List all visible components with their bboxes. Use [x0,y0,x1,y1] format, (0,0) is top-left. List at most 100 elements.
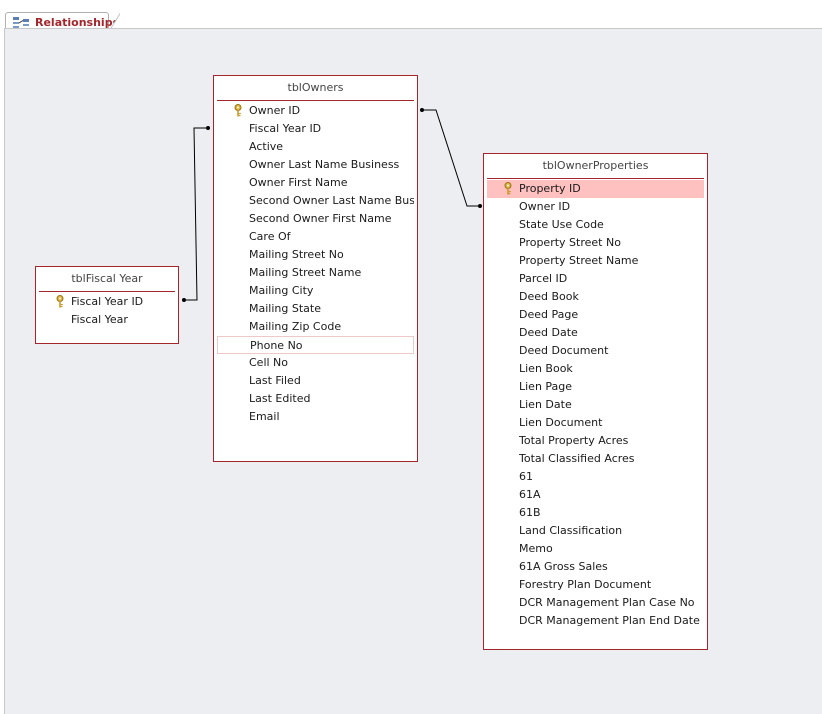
field-label: Owner ID [519,200,571,213]
table-tblownerproperties[interactable]: tblOwnerProperties Property ID Owner ID St… [483,153,708,650]
field-fiscal-year[interactable]: Fiscal Year [39,311,175,329]
field-label: Deed Book [519,290,579,303]
field-property-id[interactable]: Property ID [487,180,704,198]
field-last-edited[interactable]: Last Edited [217,390,414,408]
field-61[interactable]: 61 [487,468,704,486]
title-divider [487,178,704,179]
field-lien-date[interactable]: Lien Date [487,396,704,414]
field-forestry-plan-document[interactable]: Forestry Plan Document [487,576,704,594]
field-dcr-management-plan-end-date[interactable]: DCR Management Plan End Date [487,612,704,630]
field-label: Owner First Name [249,176,348,189]
field-label: Land Classification [519,524,623,537]
field-label: Memo [519,542,553,555]
table-tblowners[interactable]: tblOwners Owner ID Fiscal Year ID Active Ow… [213,75,418,462]
field-label: Parcel ID [519,272,568,285]
field-mailing-state[interactable]: Mailing State [217,300,414,318]
field-lien-book[interactable]: Lien Book [487,360,704,378]
field-mailing-city[interactable]: Mailing City [217,282,414,300]
field-property-street-no[interactable]: Property Street No [487,234,704,252]
field-fiscal-year-id[interactable]: Fiscal Year ID [217,120,414,138]
field-owner-first-name[interactable]: Owner First Name [217,174,414,192]
table-tblfiscal-year[interactable]: tblFiscal Year Fiscal Year ID Fiscal Year [35,266,179,344]
field-parcel-id[interactable]: Parcel ID [487,270,704,288]
field-deed-date[interactable]: Deed Date [487,324,704,342]
field-label: 61 [519,470,533,483]
field-cell-no[interactable]: Cell No [217,354,414,372]
field-label: Mailing Street Name [249,266,362,279]
field-label: Cell No [249,356,289,369]
field-label: Mailing State [249,302,321,315]
field-property-street-name[interactable]: Property Street Name [487,252,704,270]
field-fiscal-year-id[interactable]: Fiscal Year ID [39,293,175,311]
table-title[interactable]: tblOwners [214,81,417,94]
field-owner-last-name-business[interactable]: Owner Last Name Business [217,156,414,174]
field-memo[interactable]: Memo [487,540,704,558]
field-label: State Use Code [519,218,604,231]
field-label: Mailing City [249,284,314,297]
title-divider [39,291,175,292]
field-label: Care Of [249,230,291,243]
field-label: Total Classified Acres [519,452,635,465]
field-label: Email [249,410,280,423]
field-owner-id[interactable]: Owner ID [217,102,414,120]
field-label: Second Owner Last Name Busine [249,194,414,207]
field-second-owner-first-name[interactable]: Second Owner First Name [217,210,414,228]
field-active[interactable]: Active [217,138,414,156]
field-list: Property ID Owner ID State Use Code Propert… [484,180,707,649]
field-label: DCR Management Plan End Date [519,614,700,627]
field-label: Fiscal Year [71,313,128,326]
field-mailing-zip-code[interactable]: Mailing Zip Code [217,318,414,336]
field-label: Total Property Acres [519,434,629,447]
document-tab-strip: Relationships [0,6,822,34]
field-deed-document[interactable]: Deed Document [487,342,704,360]
field-label: Owner ID [249,104,301,117]
table-title[interactable]: tblOwnerProperties [484,159,707,172]
field-deed-page[interactable]: Deed Page [487,306,704,324]
field-mailing-street-name[interactable]: Mailing Street Name [217,264,414,282]
field-label: 61A Gross Sales [519,560,608,573]
primary-key-icon [233,104,243,117]
primary-key-icon [55,295,65,308]
field-61a-gross-sales[interactable]: 61A Gross Sales [487,558,704,576]
field-second-owner-last-name-busine[interactable]: Second Owner Last Name Busine [217,192,414,210]
field-label: Owner Last Name Business [249,158,400,171]
field-lien-document[interactable]: Lien Document [487,414,704,432]
field-label: Forestry Plan Document [519,578,652,591]
table-title[interactable]: tblFiscal Year [36,272,178,285]
field-label: Second Owner First Name [249,212,392,225]
field-label: Mailing Zip Code [249,320,342,333]
primary-key-icon [503,182,513,195]
field-land-classification[interactable]: Land Classification [487,522,704,540]
field-label: Lien Document [519,416,603,429]
field-state-use-code[interactable]: State Use Code [487,216,704,234]
field-label: Mailing Street No [249,248,344,261]
field-mailing-street-no[interactable]: Mailing Street No [217,246,414,264]
field-email[interactable]: Email [217,408,414,426]
field-total-property-acres[interactable]: Total Property Acres [487,432,704,450]
field-total-classified-acres[interactable]: Total Classified Acres [487,450,704,468]
field-label: Fiscal Year ID [249,122,322,135]
field-label: Last Edited [249,392,311,405]
field-list: Fiscal Year ID Fiscal Year [36,293,178,343]
field-61b[interactable]: 61B [487,504,704,522]
field-owner-id[interactable]: Owner ID [487,198,704,216]
field-label: Deed Document [519,344,609,357]
field-label: 61A [519,488,541,501]
field-61a[interactable]: 61A [487,486,704,504]
field-label: Lien Book [519,362,573,375]
field-label: Property ID [519,182,581,195]
title-divider [217,100,414,101]
field-label: Active [249,140,284,153]
field-label: Fiscal Year ID [71,295,144,308]
field-care-of[interactable]: Care Of [217,228,414,246]
field-deed-book[interactable]: Deed Book [487,288,704,306]
field-label: DCR Management Plan Case No [519,596,695,609]
field-label: Property Street Name [519,254,639,267]
field-dcr-management-plan-case-no[interactable]: DCR Management Plan Case No [487,594,704,612]
field-last-filed[interactable]: Last Filed [217,372,414,390]
field-lien-page[interactable]: Lien Page [487,378,704,396]
field-label: Deed Page [519,308,579,321]
field-phone-no[interactable]: Phone No [217,336,414,354]
field-list: Owner ID Fiscal Year ID Active Owner Last N… [214,102,417,461]
field-label: Phone No [250,339,303,352]
